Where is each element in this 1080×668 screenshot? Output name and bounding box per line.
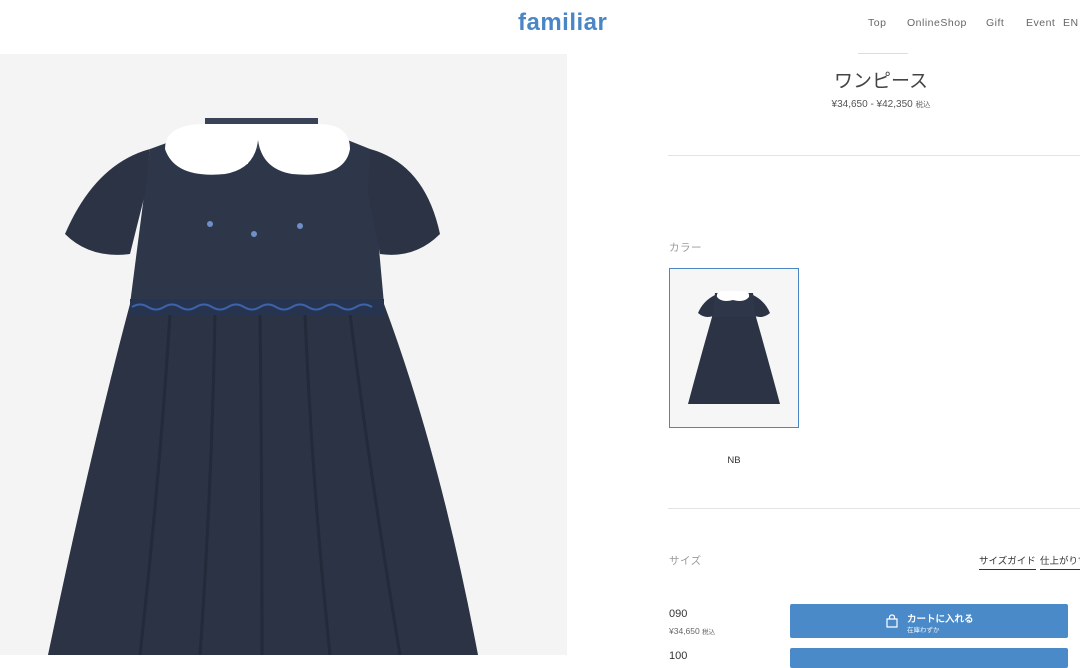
nav-top[interactable]: Top bbox=[868, 17, 886, 29]
divider bbox=[668, 508, 1080, 509]
nav-language[interactable]: EN bbox=[1063, 17, 1079, 29]
nav-onlineshop[interactable]: OnlineShop bbox=[907, 17, 967, 29]
add-to-cart-button[interactable]: カートに入れる 在庫わずか bbox=[790, 604, 1068, 638]
nav-event[interactable]: Event bbox=[1026, 17, 1055, 29]
dress-illustration bbox=[48, 118, 478, 655]
shopping-bag-icon bbox=[886, 614, 898, 628]
swatch-dress-thumbnail bbox=[688, 291, 780, 404]
product-price: ¥34,650 - ¥42,350 税込 bbox=[790, 99, 972, 110]
size-price: ¥34,650 税込 bbox=[669, 626, 715, 636]
add-to-cart-button[interactable] bbox=[790, 648, 1068, 668]
product-image[interactable] bbox=[0, 54, 567, 655]
size-label: サイズ bbox=[669, 555, 702, 567]
size-code: 090 bbox=[669, 608, 688, 620]
brand-logo[interactable]: familiar bbox=[518, 9, 607, 37]
site-header: familiar Top OnlineShop Gift Event EN bbox=[0, 0, 1080, 54]
size-price-value: ¥34,650 bbox=[669, 626, 700, 636]
add-to-cart-label: カートに入れる bbox=[907, 614, 974, 625]
color-label: カラー bbox=[669, 242, 702, 254]
finished-size-link[interactable]: 仕上がり寸 bbox=[1040, 553, 1080, 570]
size-guide-link[interactable]: サイズガイド bbox=[979, 553, 1036, 570]
size-code: 100 bbox=[669, 650, 688, 662]
stock-status: 在庫わずか bbox=[907, 627, 940, 634]
product-title: ワンピース bbox=[833, 71, 929, 92]
price-range: ¥34,650 - ¥42,350 bbox=[831, 99, 913, 110]
color-name: NB bbox=[727, 455, 741, 466]
size-tax-label: 税込 bbox=[702, 629, 716, 636]
divider bbox=[668, 155, 1080, 156]
nav-gift[interactable]: Gift bbox=[986, 17, 1004, 29]
color-swatch-nb[interactable] bbox=[669, 268, 799, 428]
title-rule bbox=[858, 53, 908, 54]
tax-label: 税込 bbox=[915, 100, 931, 109]
